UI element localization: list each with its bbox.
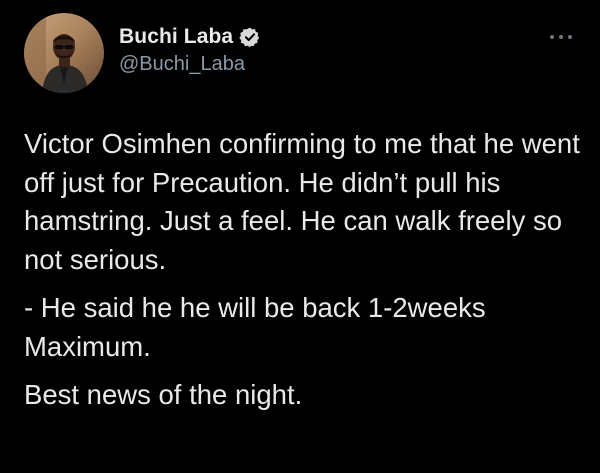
- display-name[interactable]: Buchi Laba: [119, 25, 233, 49]
- display-name-row: Buchi Laba: [119, 24, 261, 50]
- more-options-icon[interactable]: [548, 30, 574, 44]
- tweet-card: Buchi Laba @Buchi_Laba Victor Osimhen co…: [0, 0, 600, 473]
- author-info: Buchi Laba @Buchi_Laba: [119, 24, 261, 76]
- tweet-text: Victor Osimhen confirming to me that he …: [24, 125, 584, 415]
- tweet-paragraph: Best news of the night.: [24, 379, 303, 410]
- avatar-photo-icon: [24, 13, 104, 93]
- user-handle[interactable]: @Buchi_Laba: [119, 53, 261, 76]
- tweet-paragraph: Victor Osimhen confirming to me that he …: [24, 128, 580, 275]
- verified-badge-icon: [239, 26, 261, 48]
- tweet-paragraph: - He said he he will be back 1-2weeks Ma…: [24, 292, 486, 362]
- avatar[interactable]: [24, 13, 104, 93]
